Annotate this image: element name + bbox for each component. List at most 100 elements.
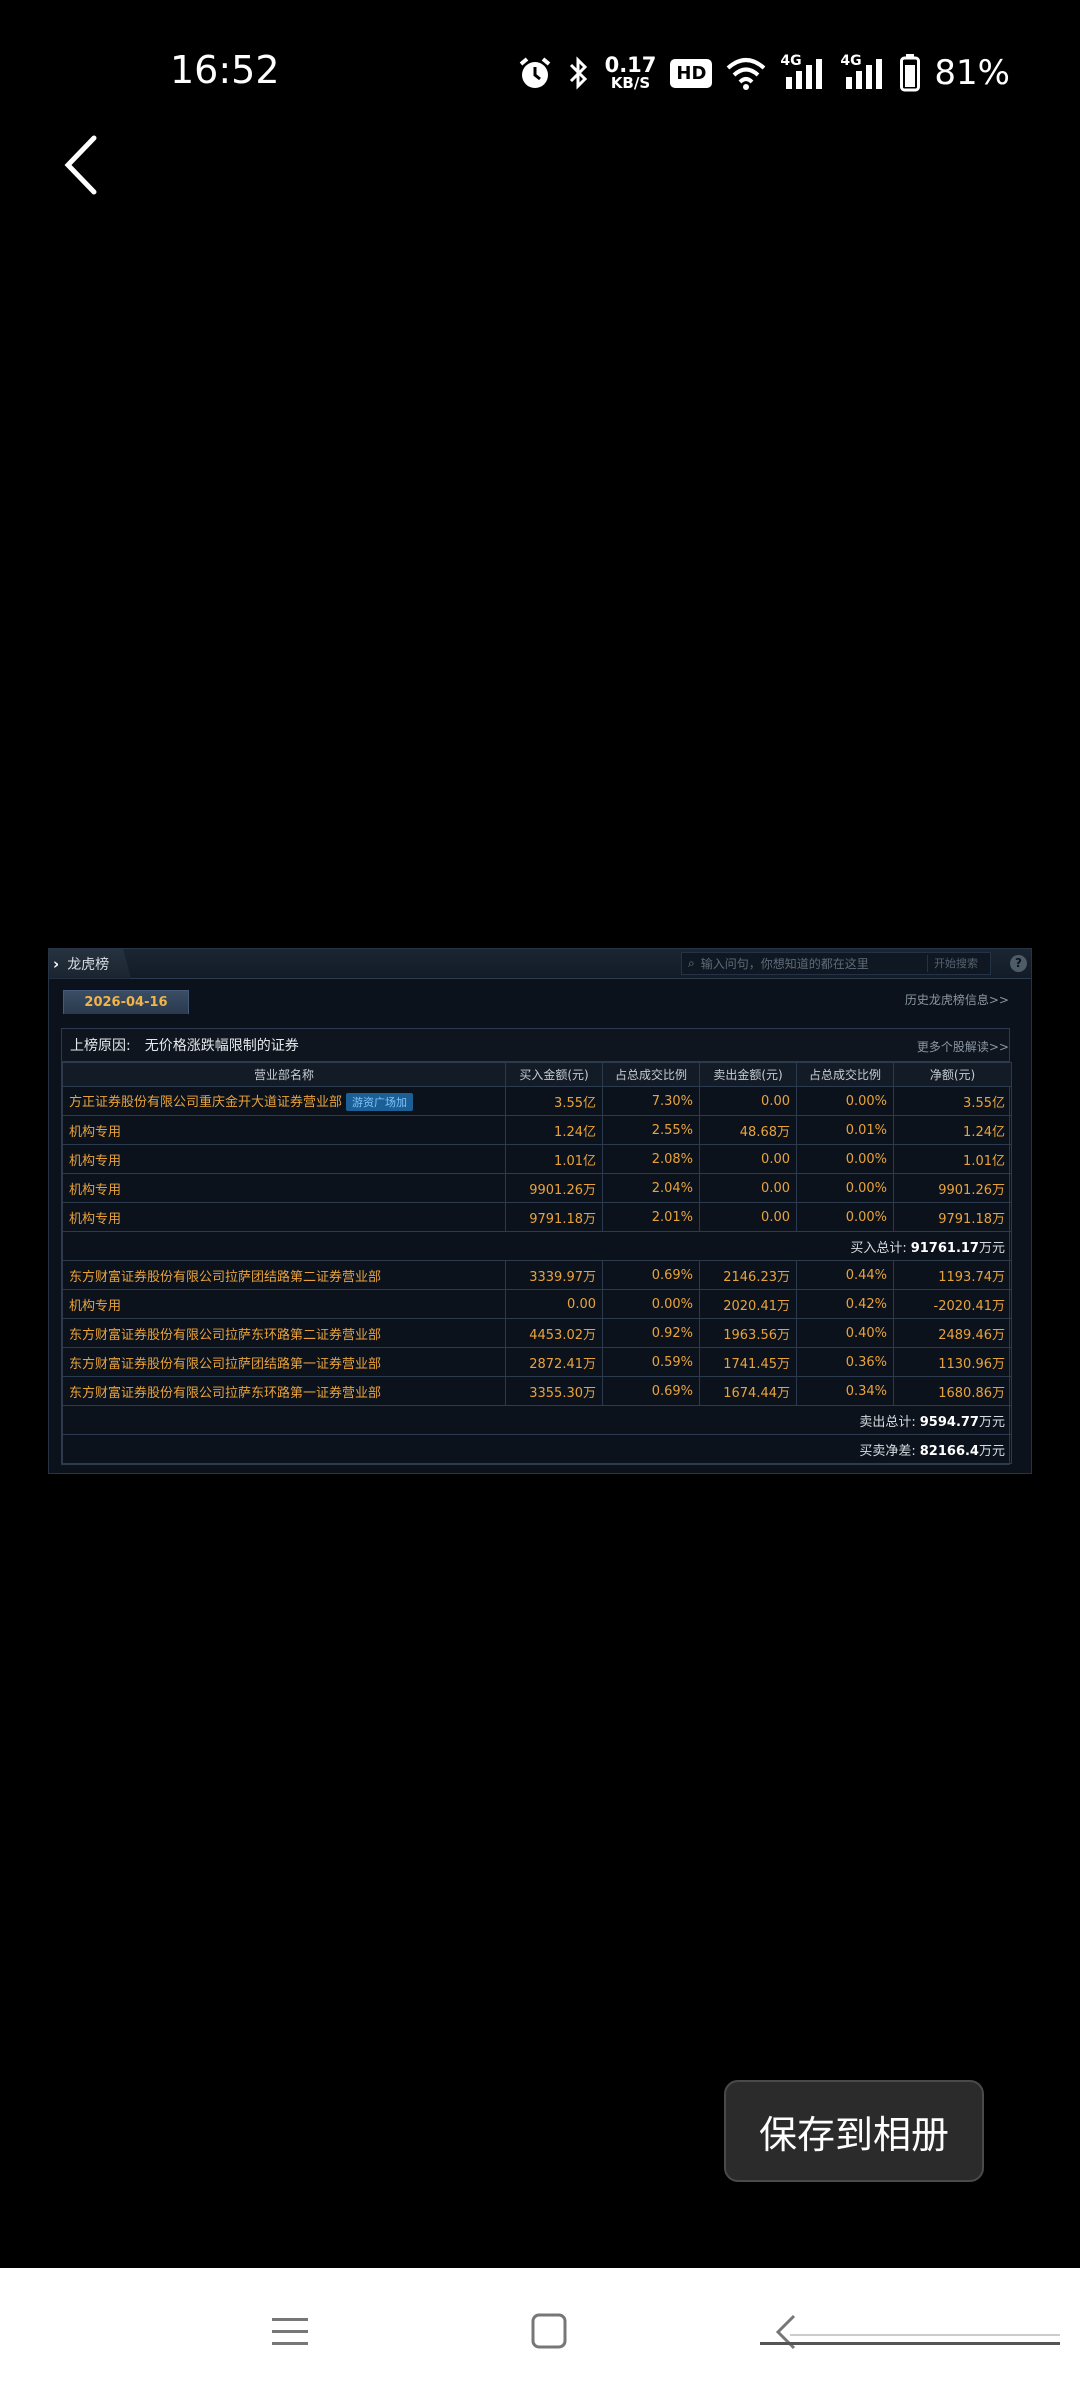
table-row: 机构专用 0.00 0.00% 2020.41万 0.42% -2020.41万 [62,1289,1012,1319]
buy-ratio: 0.00% [602,1289,700,1319]
signal-1-icon: 4G [780,53,826,91]
date-row: 2026-04-16 历史龙虎榜信息>> [49,979,1031,1014]
trading-table: 营业部名称 买入金额(元) 占总成交比例 卖出金额(元) 占总成交比例 净额(元… [62,1062,1012,1464]
menu-icon[interactable] [270,2312,310,2352]
sell-total-row: 卖出总计: 9594.77万元 [62,1405,1012,1435]
net-amount: 3.55亿 [893,1086,1012,1116]
buy-amount: 1.01亿 [505,1144,603,1174]
reason-row: 上榜原因: 无价格涨跌幅限制的证券 更多个股解读>> [62,1029,1009,1062]
alarm-icon [519,57,550,88]
buy-ratio: 0.92% [602,1318,700,1348]
search-placeholder: 输入问句，你想知道的都在这里 [700,957,869,971]
sell-ratio: 0.42% [796,1289,894,1319]
table-row: 东方财富证券股份有限公司拉萨东环路第二证券营业部 4453.02万 0.92% … [62,1318,1012,1348]
tab-longhubang: › 龙虎榜 [49,949,132,979]
sell-ratio: 0.01% [796,1115,894,1145]
seat-name: 机构专用 [62,1202,506,1232]
buy-amount: 9901.26万 [505,1173,603,1203]
buy-amount: 2872.41万 [505,1347,603,1377]
seat-name: 东方财富证券股份有限公司拉萨团结路第一证券营业部 [62,1347,506,1377]
net-speed-unit: KB/S [610,74,651,92]
sell-amount: 0.00 [699,1202,797,1232]
buy-amount: 0.00 [505,1289,603,1319]
seat-badge: 游资广场加 [346,1093,414,1112]
sell-total-label: 卖出总计: [859,1414,916,1430]
net-amount: 1680.86万 [893,1376,1012,1406]
save-to-album-button[interactable]: 保存到相册 [724,2080,984,2182]
status-icons: 0.17 KB/S HD 4G 4G 81% [517,48,1010,98]
seat-name: 机构专用 [62,1289,506,1319]
buy-amount: 1.24亿 [505,1115,603,1145]
table-row: 机构专用 1.01亿 2.08% 0.00 0.00% 1.01亿 [62,1144,1012,1174]
buy-total-row: 买入总计: 91761.17万元 [62,1231,1012,1261]
chevron-left-icon [64,135,97,195]
sell-total: 卖出总计: 9594.77万元 [62,1405,1012,1435]
table-row: 机构专用 9901.26万 2.04% 0.00 0.00% 9901.26万 [62,1173,1012,1203]
net-speed-value: 0.17 [604,53,657,77]
net-total-value: 82166.4 [919,1443,979,1459]
net-amount: 1.24亿 [893,1115,1012,1145]
more-link: 更多个股解读>> [916,1040,1009,1054]
sell-amount: 0.00 [699,1144,797,1174]
seat-name: 机构专用 [62,1173,506,1203]
sell-amount: 2146.23万 [699,1260,797,1290]
panel-header: › 龙虎榜 ⌕ 输入问句，你想知道的都在这里 开始搜索 ? [49,949,1031,979]
signal-2-icon: 4G [840,53,886,91]
history-link: 历史龙虎榜信息>> [904,993,1009,1007]
hd-voice-icon: HD [670,58,713,88]
net-amount: -2020.41万 [893,1289,1012,1319]
sell-ratio: 0.00% [796,1086,894,1116]
sell-ratio: 0.34% [796,1376,894,1406]
sell-ratio: 0.40% [796,1318,894,1348]
buy-ratio: 0.69% [602,1260,700,1290]
screenshot-image: › 龙虎榜 ⌕ 输入问句，你想知道的都在这里 开始搜索 ? 2026-04-16… [48,948,1032,1474]
buy-amount: 3339.97万 [505,1260,603,1290]
buy-total-label: 买入总计: [850,1240,907,1256]
table-row: 东方财富证券股份有限公司拉萨团结路第二证券营业部 3339.97万 0.69% … [62,1260,1012,1290]
table-row: 机构专用 9791.18万 2.01% 0.00 0.00% 9791.18万 [62,1202,1012,1232]
sell-ratio: 0.00% [796,1202,894,1232]
table-row: 机构专用 1.24亿 2.55% 48.68万 0.01% 1.24亿 [62,1115,1012,1145]
back-nav-icon[interactable] [750,2304,1060,2360]
search-input: ⌕ 输入问句，你想知道的都在这里 开始搜索 [681,952,991,975]
back-button[interactable] [58,130,108,200]
table-header: 营业部名称 买入金额(元) 占总成交比例 卖出金额(元) 占总成交比例 净额(元… [62,1062,1012,1087]
longhubang-table-container: 上榜原因: 无价格涨跌幅限制的证券 更多个股解读>> 营业部名称 买入金额(元)… [61,1028,1012,1465]
net-total: 买卖净差: 82166.4万元 [62,1434,1012,1464]
col-header: 占总成交比例 [796,1062,894,1087]
buy-ratio: 2.55% [602,1115,700,1145]
bluetooth-icon [569,56,587,90]
col-header: 卖出金额(元) [699,1062,797,1087]
net-amount: 2489.46万 [893,1318,1012,1348]
home-icon[interactable] [530,2312,568,2350]
table-row: 方正证券股份有限公司重庆金开大道证券营业部 游资广场加 3.55亿 7.30% 0… [62,1086,1012,1116]
navigation-bar [0,2268,1080,2400]
sell-ratio: 0.36% [796,1347,894,1377]
battery-percent: 81% [934,53,1010,93]
net-total-unit: 万元 [978,1443,1005,1459]
net-amount: 9901.26万 [893,1173,1012,1203]
net-total-label: 买卖净差: [859,1443,916,1459]
sell-ratio: 0.00% [796,1173,894,1203]
col-header: 净额(元) [893,1062,1012,1087]
sell-amount: 0.00 [699,1086,797,1116]
table-row: 东方财富证券股份有限公司拉萨团结路第一证券营业部 2872.41万 0.59% … [62,1347,1012,1377]
seat-name: 机构专用 [62,1115,506,1145]
sell-total-unit: 万元 [978,1414,1005,1430]
buy-ratio: 2.01% [602,1202,700,1232]
buy-total-value: 91761.17 [910,1240,979,1256]
clock: 16:52 [170,48,280,92]
sell-amount: 0.00 [699,1173,797,1203]
seat-name: 东方财富证券股份有限公司拉萨东环路第二证券营业部 [62,1318,506,1348]
wifi-icon [727,58,766,90]
net-total-row: 买卖净差: 82166.4万元 [62,1434,1012,1464]
status-bar: 16:52 0.17 KB/S HD 4G 4G 81% [0,0,1080,140]
col-header: 占总成交比例 [602,1062,700,1087]
sell-ratio: 0.44% [796,1260,894,1290]
sell-total-value: 9594.77 [919,1414,979,1430]
seat-name: 方正证券股份有限公司重庆金开大道证券营业部 游资广场加 [62,1086,506,1116]
tab-title: 龙虎榜 [67,956,110,973]
sell-amount: 48.68万 [699,1115,797,1145]
buy-amount: 9791.18万 [505,1202,603,1232]
net-amount: 9791.18万 [893,1202,1012,1232]
